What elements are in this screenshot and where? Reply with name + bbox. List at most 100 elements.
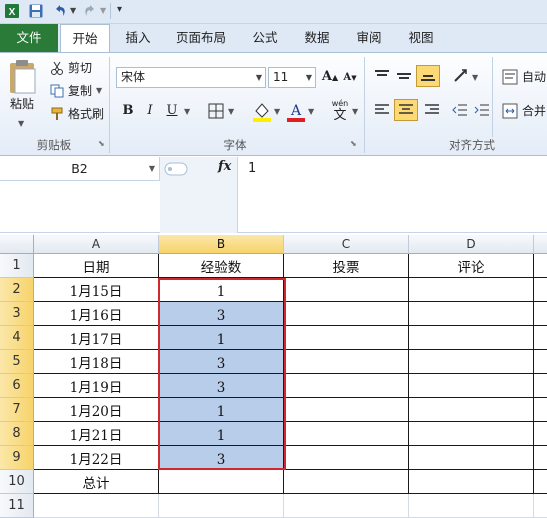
row-header[interactable]: 2 [0,278,34,302]
phonetic-icon[interactable]: wén 文 [328,99,352,125]
font-name-combo[interactable]: 宋体 ▼ [116,67,266,88]
orientation-dropdown-icon[interactable]: ▼ [472,73,478,82]
copy-dropdown-icon[interactable]: ▼ [96,82,102,100]
redo-dropdown-icon[interactable]: ▼ [100,6,106,15]
format-painter-icon[interactable] [50,107,64,121]
table-cell[interactable] [534,398,547,422]
date-cell[interactable]: 1月19日 [34,374,159,398]
tab-view[interactable]: 视图 [400,24,442,52]
table-cell[interactable] [284,278,409,302]
table-cell[interactable] [409,422,534,446]
phonetic-dropdown-icon[interactable]: ▼ [352,107,358,116]
table-cell[interactable] [409,326,534,350]
redo-icon[interactable] [82,3,98,19]
table-cell[interactable] [284,470,409,494]
table-cell[interactable] [409,398,534,422]
row-header[interactable]: 8 [0,422,34,446]
table-cell[interactable] [284,422,409,446]
table-cell[interactable] [534,446,547,470]
date-cell[interactable]: 1月15日 [34,278,159,302]
table-cell[interactable] [159,470,284,494]
undo-icon[interactable] [52,3,68,19]
table-cell[interactable] [409,302,534,326]
table-cell[interactable] [159,494,284,518]
table-cell[interactable] [409,446,534,470]
date-cell[interactable]: 1月18日 [34,350,159,374]
expand-formula-icon[interactable] [164,161,188,177]
table-cell[interactable] [284,494,409,518]
total-label-cell[interactable]: 总计 [34,470,159,494]
table-cell[interactable] [534,422,547,446]
row-header[interactable]: 5 [0,350,34,374]
date-cell[interactable]: 1月20日 [34,398,159,422]
tab-file[interactable]: 文件 [0,24,58,52]
align-middle-icon[interactable] [396,69,412,83]
row-header[interactable]: 11 [0,494,34,518]
font-launcher-icon[interactable]: ⬊ [350,139,357,148]
decrease-indent-icon[interactable] [452,103,468,117]
shrink-font-icon[interactable]: A▼ [340,68,360,88]
orientation-icon[interactable] [452,67,470,85]
tab-insert[interactable]: 插入 [116,24,160,52]
table-cell[interactable] [409,350,534,374]
experience-cell[interactable]: 3 [159,350,284,374]
align-top-icon[interactable] [374,69,390,83]
italic-button[interactable]: I [140,101,160,121]
column-title-cell[interactable]: 经验数 [159,254,284,278]
date-cell[interactable]: 1月17日 [34,326,159,350]
column-title-cell[interactable]: 投票 [284,254,409,278]
experience-cell[interactable]: 1 [159,278,284,302]
paste-button[interactable]: 粘贴 [10,95,34,113]
column-header-c[interactable]: C [284,235,409,254]
experience-cell[interactable]: 1 [159,422,284,446]
column-header-d[interactable]: D [409,235,534,254]
table-cell[interactable] [534,470,547,494]
table-cell[interactable] [534,278,547,302]
cut-icon[interactable] [50,61,64,75]
font-color-icon[interactable]: A [286,101,306,123]
column-header-b[interactable]: B [159,235,284,254]
align-center-button[interactable] [394,99,418,121]
table-cell[interactable] [409,494,534,518]
table-cell[interactable] [284,374,409,398]
table-cell[interactable] [284,350,409,374]
table-cell[interactable] [534,374,547,398]
experience-cell[interactable]: 3 [159,374,284,398]
name-box[interactable]: B2 ▼ [0,157,160,181]
row-header[interactable]: 1 [0,254,34,278]
formula-input[interactable]: 1 [248,161,256,176]
column-header-a[interactable]: A [34,235,159,254]
table-cell[interactable] [34,494,159,518]
table-cell[interactable] [409,374,534,398]
merge-center-button[interactable]: 合并 [522,102,546,120]
copy-button[interactable]: 复制 [68,82,92,100]
increase-indent-icon[interactable] [474,103,490,117]
wrap-text-icon[interactable] [502,69,518,85]
row-header[interactable]: 6 [0,374,34,398]
table-cell[interactable] [284,398,409,422]
table-cell[interactable] [534,350,547,374]
copy-icon[interactable] [50,84,64,98]
merge-center-icon[interactable] [502,103,518,119]
align-left-icon[interactable] [374,103,390,117]
grow-font-icon[interactable]: A▲ [320,67,340,87]
fill-color-dropdown-icon[interactable]: ▼ [274,107,280,116]
row-header[interactable]: 10 [0,470,34,494]
align-right-icon[interactable] [424,103,440,117]
tab-review[interactable]: 审阅 [348,24,390,52]
format-painter-button[interactable]: 格式刷 [68,105,104,123]
font-color-dropdown-icon[interactable]: ▼ [308,107,314,116]
table-cell[interactable] [409,278,534,302]
row-header[interactable]: 9 [0,446,34,470]
date-cell[interactable]: 1月22日 [34,446,159,470]
paste-dropdown-icon[interactable]: ▼ [18,115,24,133]
paste-icon[interactable] [6,59,40,95]
table-cell[interactable] [409,470,534,494]
experience-cell[interactable]: 1 [159,398,284,422]
tab-home[interactable]: 开始 [60,24,110,53]
cut-button[interactable]: 剪切 [68,59,92,77]
borders-icon[interactable] [208,103,224,119]
column-title-cell[interactable]: 评论 [409,254,534,278]
insert-function-icon[interactable]: fx [218,159,231,174]
row-header[interactable]: 4 [0,326,34,350]
